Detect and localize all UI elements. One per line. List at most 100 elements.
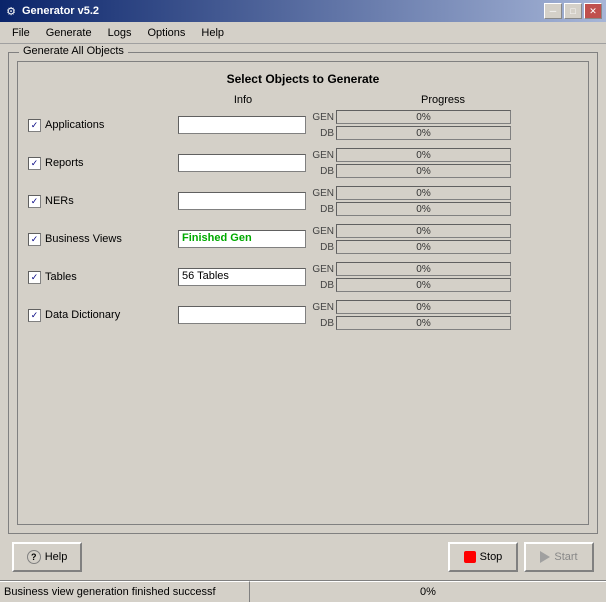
db-bar-text-3: 0% — [337, 241, 510, 253]
gen-bar-text-5: 0% — [337, 301, 510, 313]
obj-label-5: ✓ Data Dictionary — [28, 309, 178, 322]
info-box-2 — [178, 192, 306, 210]
gen-bar-2: 0% — [336, 186, 511, 200]
gen-label-2: GEN — [310, 188, 334, 199]
gen-label-5: GEN — [310, 302, 334, 313]
db-bar-text-1: 0% — [337, 165, 510, 177]
checkbox-0[interactable]: ✓ — [28, 119, 41, 132]
window-title: Generator v5.2 — [22, 5, 544, 17]
gen-progress-row-2: GEN 0% — [310, 186, 578, 200]
progress-section-2: GEN 0% DB 0% — [310, 186, 578, 216]
table-row: ✓ Business Views Finished Gen GEN 0% DB — [28, 224, 578, 254]
close-button[interactable]: ✕ — [584, 3, 602, 19]
db-progress-row-2: DB 0% — [310, 202, 578, 216]
db-bar-4: 0% — [336, 278, 511, 292]
app-icon: ⚙ — [4, 4, 18, 18]
obj-name-3: Business Views — [45, 233, 122, 245]
obj-label-0: ✓ Applications — [28, 119, 178, 132]
db-bar-1: 0% — [336, 164, 511, 178]
help-icon: ? — [27, 550, 41, 564]
inner-panel-title: Select Objects to Generate — [28, 72, 578, 86]
gen-label-3: GEN — [310, 226, 334, 237]
gen-bar-5: 0% — [336, 300, 511, 314]
table-row: ✓ Applications GEN 0% DB — [28, 110, 578, 140]
object-rows: ✓ Applications GEN 0% DB — [28, 110, 578, 338]
db-progress-row-3: DB 0% — [310, 240, 578, 254]
db-label-1: DB — [310, 166, 334, 177]
col-header-progress: Progress — [308, 94, 578, 106]
window-body: Generate All Objects Select Objects to G… — [0, 44, 606, 580]
db-progress-row-1: DB 0% — [310, 164, 578, 178]
menu-help[interactable]: Help — [193, 25, 232, 41]
menu-generate[interactable]: Generate — [38, 25, 100, 41]
obj-label-3: ✓ Business Views — [28, 233, 178, 246]
group-box-legend: Generate All Objects — [19, 45, 128, 57]
checkbox-1[interactable]: ✓ — [28, 157, 41, 170]
db-label-4: DB — [310, 280, 334, 291]
gen-bar-text-2: 0% — [337, 187, 510, 199]
restore-button[interactable]: □ — [564, 3, 582, 19]
gen-bar-1: 0% — [336, 148, 511, 162]
status-progress: 0% — [250, 581, 606, 602]
checkbox-3[interactable]: ✓ — [28, 233, 41, 246]
menu-bar: File Generate Logs Options Help — [0, 22, 606, 44]
gen-bar-text-4: 0% — [337, 263, 510, 275]
col-header-info: Info — [178, 94, 308, 106]
gen-bar-0: 0% — [336, 110, 511, 124]
menu-file[interactable]: File — [4, 25, 38, 41]
db-bar-text-5: 0% — [337, 317, 510, 329]
status-text: Business view generation finished succes… — [0, 581, 250, 602]
gen-bar-text-1: 0% — [337, 149, 510, 161]
db-bar-text-0: 0% — [337, 127, 510, 139]
db-label-3: DB — [310, 242, 334, 253]
checkbox-4[interactable]: ✓ — [28, 271, 41, 284]
progress-section-3: GEN 0% DB 0% — [310, 224, 578, 254]
db-label-0: DB — [310, 128, 334, 139]
menu-logs[interactable]: Logs — [100, 25, 140, 41]
gen-progress-row-5: GEN 0% — [310, 300, 578, 314]
help-button[interactable]: ? Help — [12, 542, 82, 572]
gen-bar-text-0: 0% — [337, 111, 510, 123]
checkbox-5[interactable]: ✓ — [28, 309, 41, 322]
gen-bar-text-3: 0% — [337, 225, 510, 237]
db-bar-5: 0% — [336, 316, 511, 330]
table-row: ✓ NERs GEN 0% DB 0% — [28, 186, 578, 216]
title-bar: ⚙ Generator v5.2 ─ □ ✕ — [0, 0, 606, 22]
info-box-1 — [178, 154, 306, 172]
start-button[interactable]: Start — [524, 542, 594, 572]
obj-name-5: Data Dictionary — [45, 309, 120, 321]
right-buttons: Stop Start — [448, 542, 594, 572]
info-text-3: Finished Gen — [182, 232, 252, 244]
db-bar-text-2: 0% — [337, 203, 510, 215]
gen-bar-3: 0% — [336, 224, 511, 238]
stop-button[interactable]: Stop — [448, 542, 518, 572]
obj-name-4: Tables — [45, 271, 77, 283]
stop-label: Stop — [480, 551, 503, 563]
db-label-5: DB — [310, 318, 334, 329]
obj-name-2: NERs — [45, 195, 74, 207]
obj-name-1: Reports — [45, 157, 84, 169]
column-headers: Info Progress — [178, 94, 578, 106]
minimize-button[interactable]: ─ — [544, 3, 562, 19]
info-box-3: Finished Gen — [178, 230, 306, 248]
bottom-bar: ? Help Stop Start — [8, 542, 598, 572]
info-box-4: 56 Tables — [178, 268, 306, 286]
progress-section-1: GEN 0% DB 0% — [310, 148, 578, 178]
gen-label-1: GEN — [310, 150, 334, 161]
help-label: Help — [45, 551, 68, 563]
checkbox-2[interactable]: ✓ — [28, 195, 41, 208]
obj-label-1: ✓ Reports — [28, 157, 178, 170]
menu-options[interactable]: Options — [139, 25, 193, 41]
table-row: ✓ Tables 56 Tables GEN 0% DB — [28, 262, 578, 292]
info-box-0 — [178, 116, 306, 134]
stop-icon — [464, 551, 476, 563]
info-box-5 — [178, 306, 306, 324]
gen-label-0: GEN — [310, 112, 334, 123]
db-bar-text-4: 0% — [337, 279, 510, 291]
obj-name-0: Applications — [45, 119, 104, 131]
generate-all-objects-group: Generate All Objects Select Objects to G… — [8, 52, 598, 534]
db-progress-row-0: DB 0% — [310, 126, 578, 140]
gen-progress-row-1: GEN 0% — [310, 148, 578, 162]
progress-section-5: GEN 0% DB 0% — [310, 300, 578, 330]
db-bar-2: 0% — [336, 202, 511, 216]
